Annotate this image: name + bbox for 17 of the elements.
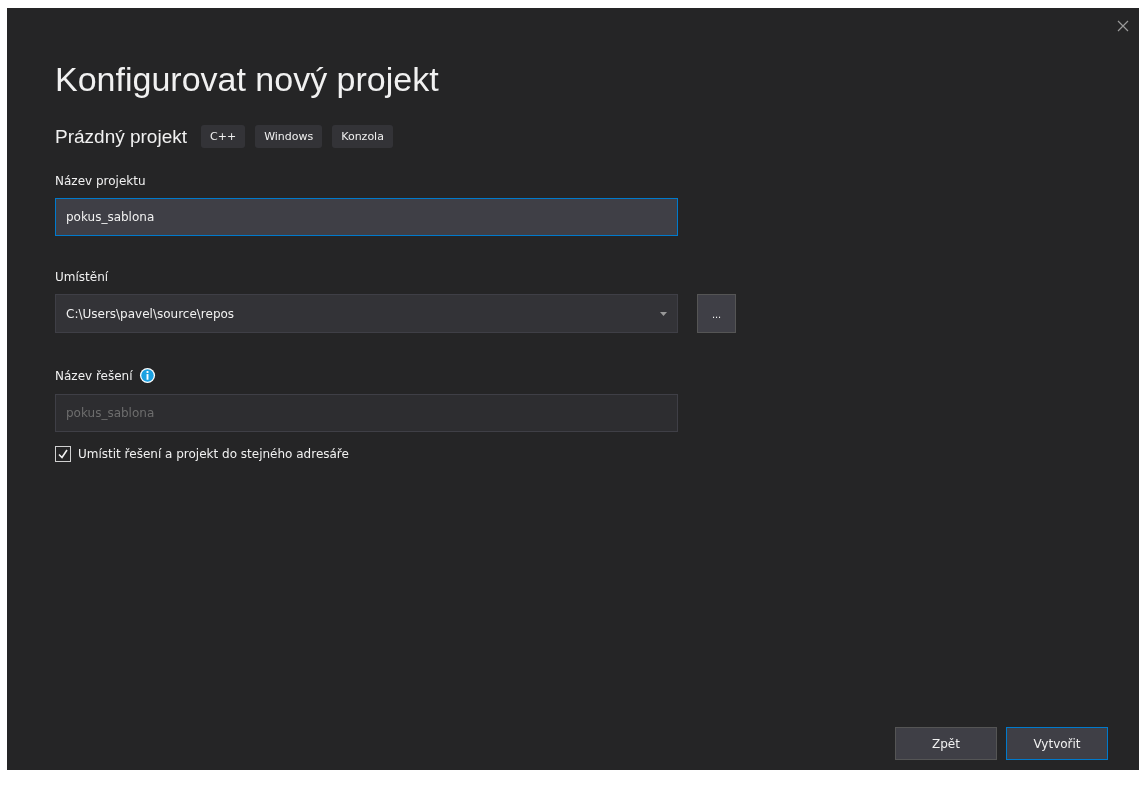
tag: C++ <box>201 125 246 148</box>
checkbox-label: Umístit řešení a projekt do stejného adresáře <box>78 447 349 461</box>
caret-icon[interactable] <box>660 311 667 316</box>
template-name: Prázdný projekt <box>55 125 187 148</box>
window-title: Konfigurovat nový projekt <box>55 60 440 99</box>
input-field[interactable]: pokus_sablona <box>55 198 678 236</box>
browse-button[interactable]: ... <box>697 294 736 333</box>
tag: Windows <box>255 125 323 148</box>
tag: Konzola <box>332 125 393 148</box>
close-icon[interactable] <box>1115 18 1131 34</box>
field-label: Název řešení <box>55 368 133 383</box>
field-label: Umístění <box>55 270 109 284</box>
create-button[interactable]: Vytvořit <box>1006 727 1108 760</box>
checkbox[interactable] <box>55 446 71 462</box>
back-button[interactable]: Zpět <box>895 727 997 760</box>
field-label: Název projektu <box>55 174 146 188</box>
location-dropdown[interactable]: C:\Users\pavel\source\repos <box>55 294 678 333</box>
